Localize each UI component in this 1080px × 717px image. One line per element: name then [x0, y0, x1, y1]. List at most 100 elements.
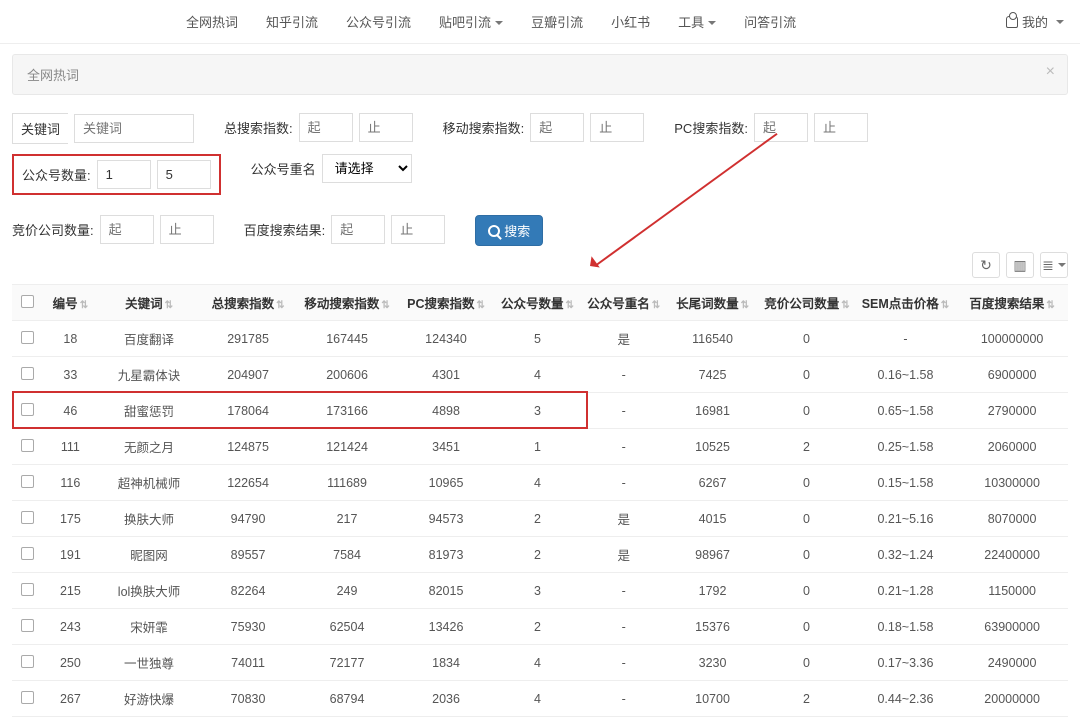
row-checkbox[interactable] — [21, 475, 34, 488]
cell-mobile: 249 — [296, 573, 398, 609]
cell-baidu: 63900000 — [956, 609, 1068, 645]
row-checkbox[interactable] — [21, 655, 34, 668]
cell-baidu: 2060000 — [956, 429, 1068, 465]
cell-sem: 0.15~1.58 — [855, 465, 957, 501]
refresh-icon[interactable]: ↻ — [972, 252, 1000, 278]
table-row[interactable]: 33九星霸体诀20490720060643014-742500.16~1.586… — [12, 357, 1068, 393]
table-row[interactable]: 111无颜之月12487512142434511-1052520.25~1.58… — [12, 429, 1068, 465]
col-id[interactable]: 编号⇅ — [42, 285, 98, 321]
col-sem[interactable]: SEM点击价格⇅ — [855, 285, 957, 321]
baidu-results-label: 百度搜索结果: — [244, 215, 326, 244]
cell-long: 7425 — [667, 357, 758, 393]
row-checkbox[interactable] — [21, 547, 34, 560]
gzh-count-from[interactable] — [97, 160, 151, 189]
user-menu[interactable]: 我的 — [1006, 12, 1064, 31]
cell-long: 15376 — [667, 609, 758, 645]
table-row[interactable]: 267好游快爆708306879420364-1070020.44~2.3620… — [12, 681, 1068, 717]
table-row[interactable]: 18百度翻译2917851674451243405是1165400-100000… — [12, 321, 1068, 357]
banner-close-icon[interactable]: × — [1046, 63, 1055, 81]
table-row[interactable]: 46甜蜜惩罚17806417316648983-1698100.65~1.582… — [12, 393, 1068, 429]
cell-keyword: 甜蜜惩罚 — [98, 393, 200, 429]
cell-long: 16981 — [667, 393, 758, 429]
gzh-count-to[interactable] — [157, 160, 211, 189]
table-row[interactable]: 215lol换肤大师82264249820153-179200.21~1.281… — [12, 573, 1068, 609]
pc-index-to[interactable] — [814, 113, 868, 142]
baidu-results-to[interactable] — [391, 215, 445, 244]
table-row[interactable]: 243宋妍霏7593062504134262-1537600.18~1.5863… — [12, 609, 1068, 645]
table-row[interactable]: 116超神机械师122654111689109654-626700.15~1.5… — [12, 465, 1068, 501]
col-keyword[interactable]: 关键词⇅ — [98, 285, 200, 321]
pc-index-from[interactable] — [754, 113, 808, 142]
row-checkbox[interactable] — [21, 619, 34, 632]
cell-keyword: 好游快爆 — [98, 681, 200, 717]
col-checkbox[interactable] — [12, 285, 42, 321]
gzh-dup-select[interactable]: 请选择 — [322, 154, 412, 183]
table-row[interactable]: 250一世独尊740117217718344-323000.17~3.36249… — [12, 645, 1068, 681]
col-pc[interactable]: PC搜索指数⇅ — [398, 285, 494, 321]
filter-total-index: 总搜索指数: — [224, 113, 413, 142]
cell-pc: 82015 — [398, 573, 494, 609]
nav-item-2[interactable]: 公众号引流 — [346, 12, 411, 31]
search-button[interactable]: 搜索 — [475, 215, 543, 246]
cell-bid: 0 — [758, 537, 854, 573]
user-menu-label: 我的 — [1022, 12, 1048, 31]
cell-bid: 0 — [758, 501, 854, 537]
keyword-input[interactable] — [74, 114, 194, 143]
table-header-row: 编号⇅ 关键词⇅ 总搜索指数⇅ 移动搜索指数⇅ PC搜索指数⇅ 公众号数量⇅ 公… — [12, 285, 1068, 321]
col-total[interactable]: 总搜索指数⇅ — [200, 285, 296, 321]
bidco-from[interactable] — [100, 215, 154, 244]
row-checkbox[interactable] — [21, 691, 34, 704]
cell-long: 3230 — [667, 645, 758, 681]
cell-total: 82264 — [200, 573, 296, 609]
nav-item-3[interactable]: 贴吧引流 — [439, 12, 503, 31]
row-checkbox[interactable] — [21, 439, 34, 452]
cell-id: 18 — [42, 321, 98, 357]
table-row[interactable]: 191昵图网895577584819732是9896700.32~1.24224… — [12, 537, 1068, 573]
col-bid[interactable]: 竞价公司数量⇅ — [758, 285, 854, 321]
nav-item-5[interactable]: 小红书 — [611, 12, 650, 31]
columns-icon[interactable]: ▥ — [1006, 252, 1034, 278]
mobile-index-to[interactable] — [590, 113, 644, 142]
cell-id: 267 — [42, 681, 98, 717]
cell-baidu: 6900000 — [956, 357, 1068, 393]
cell-gzh: 4 — [494, 645, 580, 681]
col-dup[interactable]: 公众号重名⇅ — [581, 285, 667, 321]
view-icon[interactable]: ≣ — [1040, 252, 1068, 278]
cell-pc: 4898 — [398, 393, 494, 429]
cell-id: 215 — [42, 573, 98, 609]
table-row[interactable]: 175换肤大师94790217945732是401500.21~5.168070… — [12, 501, 1068, 537]
cell-sem: 0.17~3.36 — [855, 645, 957, 681]
row-checkbox[interactable] — [21, 331, 34, 344]
filter-bid-company: 竞价公司数量: — [12, 215, 214, 244]
row-checkbox[interactable] — [21, 583, 34, 596]
gzh-dup-label: 公众号重名 — [251, 154, 316, 183]
total-index-to[interactable] — [359, 113, 413, 142]
nav-item-6[interactable]: 工具 — [678, 12, 716, 31]
cell-gzh: 5 — [494, 321, 580, 357]
top-nav: 全网热词 知乎引流 公众号引流 贴吧引流 豆瓣引流 小红书 工具 问答引流 我的 — [0, 0, 1080, 44]
baidu-results-from[interactable] — [331, 215, 385, 244]
total-index-from[interactable] — [299, 113, 353, 142]
cell-bid: 0 — [758, 573, 854, 609]
mobile-index-from[interactable] — [530, 113, 584, 142]
cell-mobile: 62504 — [296, 609, 398, 645]
row-checkbox[interactable] — [21, 367, 34, 380]
cell-dup: 是 — [581, 501, 667, 537]
col-long[interactable]: 长尾词数量⇅ — [667, 285, 758, 321]
cell-mobile: 217 — [296, 501, 398, 537]
row-checkbox[interactable] — [21, 511, 34, 524]
filter-pc-index: PC搜索指数: — [674, 113, 868, 142]
row-checkbox[interactable] — [21, 403, 34, 416]
filter-bar: 关键词 总搜索指数: 移动搜索指数: PC搜索指数: 公众号数量: 公众号重名 … — [0, 95, 1080, 252]
checkbox-all[interactable] — [21, 295, 34, 308]
nav-item-7[interactable]: 问答引流 — [744, 12, 796, 31]
nav-item-1[interactable]: 知乎引流 — [266, 12, 318, 31]
cell-baidu: 100000000 — [956, 321, 1068, 357]
col-mobile[interactable]: 移动搜索指数⇅ — [296, 285, 398, 321]
nav-item-0[interactable]: 全网热词 — [186, 12, 238, 31]
col-gzh[interactable]: 公众号数量⇅ — [494, 285, 580, 321]
nav-item-4[interactable]: 豆瓣引流 — [531, 12, 583, 31]
col-baidu[interactable]: 百度搜索结果⇅ — [956, 285, 1068, 321]
cell-dup: - — [581, 393, 667, 429]
bidco-to[interactable] — [160, 215, 214, 244]
